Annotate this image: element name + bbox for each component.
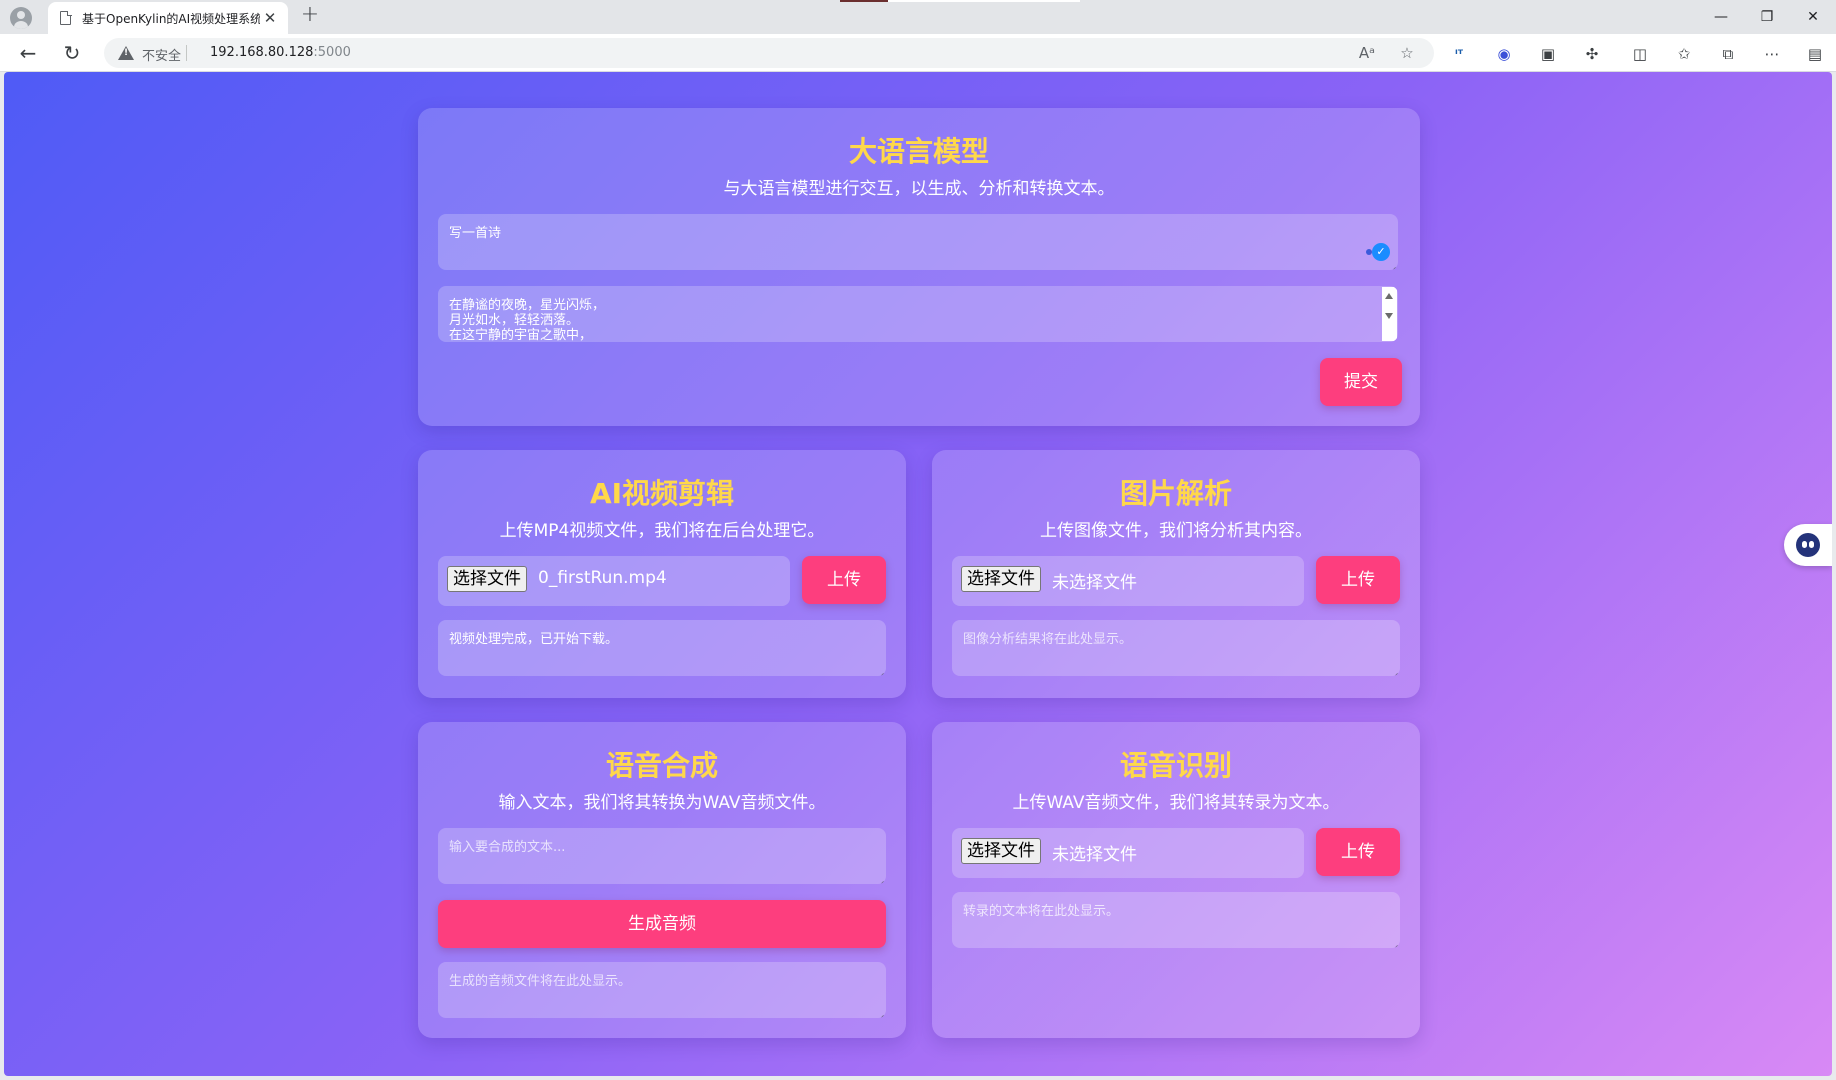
asr-card: 语音识别 上传WAV音频文件，我们将其转录为文本。 选择文件 未选择文件 上传 … <box>932 722 1420 1038</box>
resize-handle-icon[interactable] <box>876 1008 884 1016</box>
output-line: 月光如水，轻轻洒落。 <box>449 313 580 328</box>
card-title: 图片解析 <box>1119 477 1232 510</box>
translate-icon[interactable]: ᴵᵀ <box>1448 43 1470 65</box>
video-file-input[interactable]: 选择文件 0_firstRun.mp4 <box>438 556 790 606</box>
textarea-scrollbar[interactable] <box>1382 287 1397 341</box>
close-window-button[interactable]: ✕ <box>1790 0 1836 34</box>
generate-audio-button[interactable]: 生成音频 <box>438 900 886 948</box>
resize-handle-icon[interactable] <box>1390 666 1398 674</box>
read-aloud-icon[interactable]: Aᵃ <box>1356 43 1378 63</box>
submit-button[interactable]: 提交 <box>1320 358 1402 406</box>
card-title: AI视频剪辑 <box>589 477 735 510</box>
card-description: 上传图像文件，我们将分析其内容。 <box>1040 521 1312 541</box>
extensions-icon[interactable]: ✣ <box>1581 43 1603 65</box>
card-description: 输入文本，我们将其转换为WAV音频文件。 <box>498 793 826 813</box>
image-upload-button[interactable]: 上传 <box>1316 556 1400 604</box>
resize-handle-icon[interactable] <box>876 666 884 674</box>
result-text: 视频处理完成，已开始下载。 <box>449 632 619 647</box>
more-icon[interactable]: ⋯ <box>1761 43 1783 65</box>
back-icon[interactable]: ← <box>14 39 42 67</box>
security-label[interactable]: 不安全 <box>142 45 181 64</box>
card-title: 大语言模型 <box>848 135 989 168</box>
url-port: :5000 <box>313 45 351 60</box>
scroll-down-icon[interactable] <box>1385 313 1393 319</box>
sidebar-icon[interactable]: ▤ <box>1804 43 1826 65</box>
page-icon <box>60 10 72 25</box>
tts-text-input[interactable]: 输入要合成的文本... <box>438 828 886 884</box>
resize-handle-icon[interactable] <box>876 874 884 882</box>
video-edit-card: AI视频剪辑 上传MP4视频文件，我们将在后台处理它。 选择文件 0_first… <box>418 450 906 698</box>
copilot-icon[interactable]: ◉ <box>1493 43 1515 65</box>
image-file-input[interactable]: 选择文件 未选择文件 <box>952 556 1304 606</box>
result-placeholder: 生成的音频文件将在此处显示。 <box>449 974 632 989</box>
input-placeholder: 输入要合成的文本... <box>449 840 566 855</box>
asr-result-textarea[interactable]: 转录的文本将在此处显示。 <box>952 892 1400 948</box>
choose-file-button[interactable]: 选择文件 <box>961 566 1041 592</box>
profile-avatar-icon[interactable] <box>10 7 32 29</box>
choose-file-button[interactable]: 选择文件 <box>961 838 1041 864</box>
tts-card: 语音合成 输入文本，我们将其转换为WAV音频文件。 输入要合成的文本... 生成… <box>418 722 906 1038</box>
tab-close-icon[interactable]: ✕ <box>260 8 280 28</box>
output-line: 在静谧的夜晚，星光闪烁， <box>449 298 606 313</box>
prompt-text: 写一首诗 <box>449 226 502 241</box>
browser-toolbar: ← ↻ 不安全 192.168.80.128:5000 Aᵃ ☆ ᴵᵀ ◉ ▣ … <box>0 34 1836 72</box>
llm-output-textarea[interactable]: 在静谧的夜晚，星光闪烁， 月光如水，轻轻洒落。 在这宁静的宇宙之歌中， <box>438 286 1398 342</box>
divider <box>186 45 187 61</box>
choose-file-button[interactable]: 选择文件 <box>447 566 527 592</box>
audio-upload-button[interactable]: 上传 <box>1316 828 1400 876</box>
restore-button[interactable]: ❐ <box>1744 0 1790 34</box>
tab-strip-accent <box>888 0 1080 2</box>
scroll-up-icon[interactable] <box>1385 293 1393 299</box>
minimize-button[interactable]: — <box>1698 0 1744 34</box>
output-line: 在这宁静的宇宙之歌中， <box>449 328 593 342</box>
url-host: 192.168.80.128 <box>210 45 314 60</box>
favorites-bar-icon[interactable]: ✩ <box>1673 43 1695 65</box>
llm-card: 大语言模型 与大语言模型进行交互，以生成、分析和转换文本。 写一首诗 ✓ 在静谧… <box>418 108 1420 426</box>
card-description: 上传MP4视频文件，我们将在后台处理它。 <box>499 521 825 541</box>
resize-handle-icon[interactable] <box>1388 260 1396 268</box>
video-upload-button[interactable]: 上传 <box>802 556 886 604</box>
image-result-textarea[interactable]: 图像分析结果将在此处显示。 <box>952 620 1400 676</box>
url-text[interactable]: 192.168.80.128:5000 <box>210 45 351 60</box>
collections-icon[interactable]: ▣ <box>1537 43 1559 65</box>
resize-handle-icon[interactable] <box>1390 938 1398 946</box>
selected-file-name: 未选择文件 <box>1052 573 1137 593</box>
new-tab-button[interactable]: + <box>298 4 322 28</box>
selected-file-name: 未选择文件 <box>1052 845 1137 865</box>
favorite-icon[interactable]: ☆ <box>1396 43 1418 63</box>
llm-prompt-input[interactable]: 写一首诗 ✓ <box>438 214 1398 270</box>
image-analysis-card: 图片解析 上传图像文件，我们将分析其内容。 选择文件 未选择文件 上传 图像分析… <box>932 450 1420 698</box>
warning-icon <box>118 46 134 60</box>
tab-strip-accent <box>840 0 888 2</box>
result-placeholder: 转录的文本将在此处显示。 <box>963 904 1120 919</box>
result-placeholder: 图像分析结果将在此处显示。 <box>963 632 1133 647</box>
page-viewport: 大语言模型 与大语言模型进行交互，以生成、分析和转换文本。 写一首诗 ✓ 在静谧… <box>4 72 1832 1076</box>
card-title: 语音合成 <box>605 749 718 782</box>
tts-result-textarea[interactable]: 生成的音频文件将在此处显示。 <box>438 962 886 1018</box>
split-screen-icon[interactable]: ◫ <box>1629 43 1651 65</box>
refresh-icon[interactable]: ↻ <box>58 39 86 67</box>
side-assistant-button[interactable] <box>1784 524 1832 566</box>
tab-collections-icon[interactable]: ⧉ <box>1717 43 1739 65</box>
browser-tab-bar: 基于OpenKylin的AI视频处理系统 ✕ + — ❐ ✕ <box>0 0 1836 34</box>
audio-file-input[interactable]: 选择文件 未选择文件 <box>952 828 1304 878</box>
card-title: 语音识别 <box>1119 749 1232 782</box>
check-icon[interactable]: ✓ <box>1372 243 1390 261</box>
selected-file-name: 0_firstRun.mp4 <box>538 568 667 588</box>
address-bar[interactable]: 不安全 192.168.80.128:5000 Aᵃ ☆ <box>104 38 1434 68</box>
tab-title: 基于OpenKylin的AI视频处理系统 <box>82 12 260 26</box>
browser-tab-active[interactable]: 基于OpenKylin的AI视频处理系统 ✕ <box>48 2 288 34</box>
assistant-icon <box>1796 533 1820 557</box>
card-description: 上传WAV音频文件，我们将其转录为文本。 <box>1012 793 1340 813</box>
video-result-textarea[interactable]: 视频处理完成，已开始下载。 <box>438 620 886 676</box>
card-description: 与大语言模型进行交互，以生成、分析和转换文本。 <box>723 179 1115 199</box>
